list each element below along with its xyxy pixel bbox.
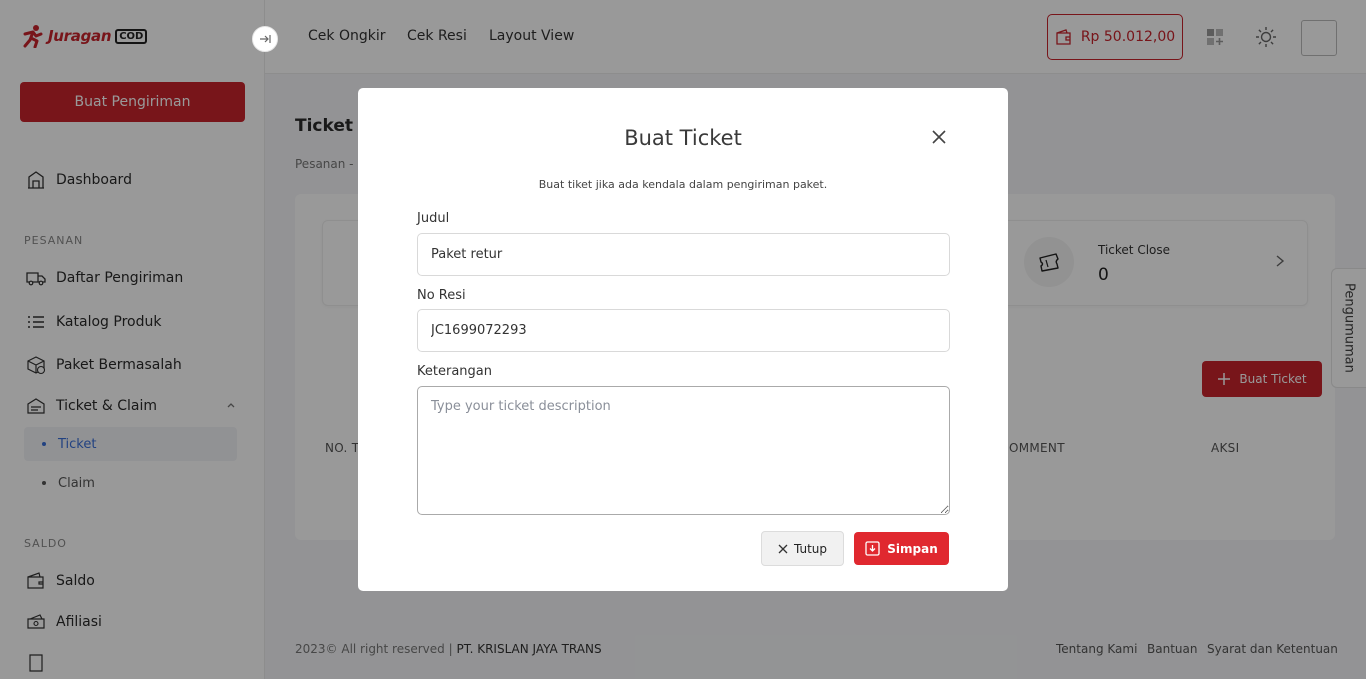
judul-input[interactable] (417, 233, 950, 276)
save-icon (865, 541, 880, 556)
modal-title: Buat Ticket (624, 126, 742, 150)
sidebar-collapse-button[interactable] (252, 26, 278, 52)
keterangan-textarea[interactable] (417, 386, 950, 515)
close-button-label: Tutup (793, 541, 828, 556)
modal-subtitle: Buat tiket jika ada kendala dalam pengir… (538, 178, 828, 191)
close-button[interactable]: Tutup (761, 531, 844, 566)
x-icon (778, 544, 788, 553)
save-button-label: Simpan (887, 541, 938, 556)
save-button[interactable]: Simpan (854, 532, 949, 565)
resi-label: No Resi (417, 288, 466, 303)
create-ticket-modal: Buat Ticket Buat tiket jika ada kendala … (358, 88, 1008, 591)
close-icon[interactable] (928, 126, 950, 148)
arrow-right-icon (260, 35, 271, 43)
resi-input[interactable] (417, 309, 950, 352)
keterangan-label: Keterangan (417, 364, 492, 379)
judul-label: Judul (417, 211, 450, 226)
